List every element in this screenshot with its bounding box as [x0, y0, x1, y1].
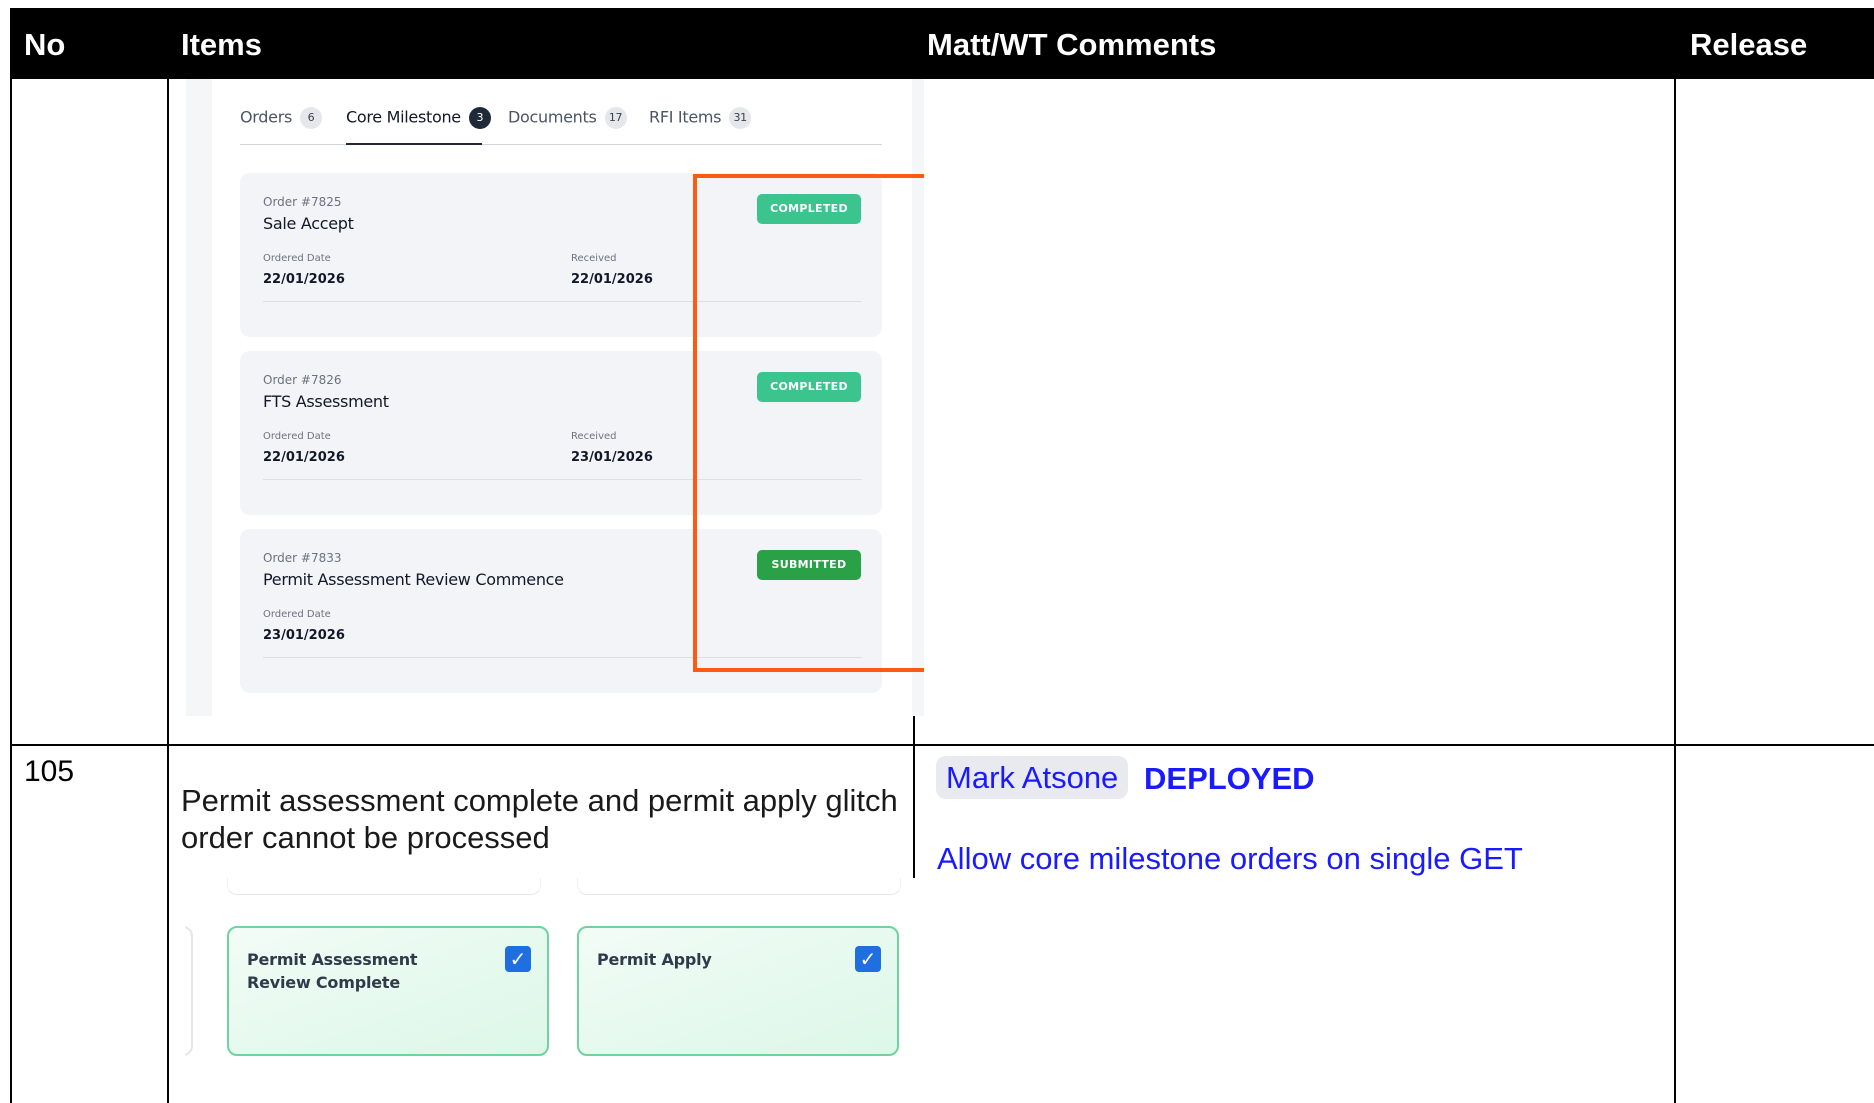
tab-count-badge: 31 [729, 107, 752, 129]
row-number: 105 [24, 755, 75, 788]
table-header: No Items Matt/WT Comments Release [10, 8, 1874, 79]
milestone-card[interactable]: Permit Assessment Review Complete ✓ [227, 926, 549, 1056]
grid-line [167, 79, 169, 1103]
order-number: Order #7825 [263, 195, 342, 209]
grid-line [10, 744, 1874, 746]
header-release: Release [1690, 27, 1808, 62]
order-title: FTS Assessment [263, 392, 389, 411]
ordered-date: 23/01/2026 [263, 628, 345, 643]
milestone-card[interactable]: Permit Apply ✓ [577, 926, 899, 1056]
highlight-box [693, 174, 924, 672]
status-label: DEPLOYED [1144, 761, 1315, 796]
tab-documents[interactable]: Documents 17 [508, 107, 627, 129]
tab-divider [240, 144, 882, 145]
ordered-date: 22/01/2026 [263, 272, 345, 287]
checkbox-checked-icon[interactable]: ✓ [505, 946, 531, 972]
milestone-card-title: Permit Assessment Review Complete [247, 950, 418, 992]
order-number: Order #7833 [263, 551, 342, 565]
checkbox-checked-icon[interactable]: ✓ [855, 946, 881, 972]
grid-line [10, 79, 12, 1103]
tab-label: RFI Items [649, 107, 722, 127]
ordered-date-label: Ordered Date [263, 431, 331, 442]
tab-label: Core Milestone [346, 107, 461, 127]
card-edge [185, 926, 193, 1056]
order-title: Permit Assessment Review Commence [263, 570, 564, 589]
tab-rfi-items[interactable]: RFI Items 31 [649, 107, 752, 129]
received-date: 22/01/2026 [571, 272, 653, 287]
card-edge [577, 878, 901, 895]
tab-orders[interactable]: Orders 6 [240, 107, 323, 129]
grid-line [1674, 79, 1676, 1103]
ordered-date-label: Ordered Date [263, 609, 331, 620]
card-edge [227, 878, 541, 895]
milestone-cards-screenshot: Permit Assessment Review Complete ✓ Perm… [185, 878, 925, 1103]
item-description: Permit assessment complete and permit ap… [181, 783, 898, 855]
tab-count-badge: 6 [300, 107, 323, 129]
tab-count-badge: 3 [468, 107, 491, 129]
header-no: No [24, 27, 66, 62]
tab-count-badge: 17 [604, 107, 627, 129]
milestone-card-title: Permit Apply [597, 950, 712, 969]
tab-core-milestone[interactable]: Core Milestone 3 [346, 107, 491, 129]
tab-label: Documents [508, 107, 597, 127]
ordered-date: 22/01/2026 [263, 450, 345, 465]
tab-label: Orders [240, 107, 293, 127]
header-comments: Matt/WT Comments [927, 27, 1217, 62]
received-label: Received [571, 253, 617, 264]
comment-text: Allow core milestone orders on single GE… [937, 841, 1523, 876]
order-number: Order #7826 [263, 373, 342, 387]
active-tab-underline [346, 143, 482, 145]
received-date: 23/01/2026 [571, 450, 653, 465]
order-title: Sale Accept [263, 214, 354, 233]
ordered-date-label: Ordered Date [263, 253, 331, 264]
header-items: Items [181, 27, 262, 62]
received-label: Received [571, 431, 617, 442]
review-table: No Items Matt/WT Comments Release Orders… [10, 8, 1874, 1103]
user-mention[interactable]: Mark Atsone [936, 756, 1129, 799]
